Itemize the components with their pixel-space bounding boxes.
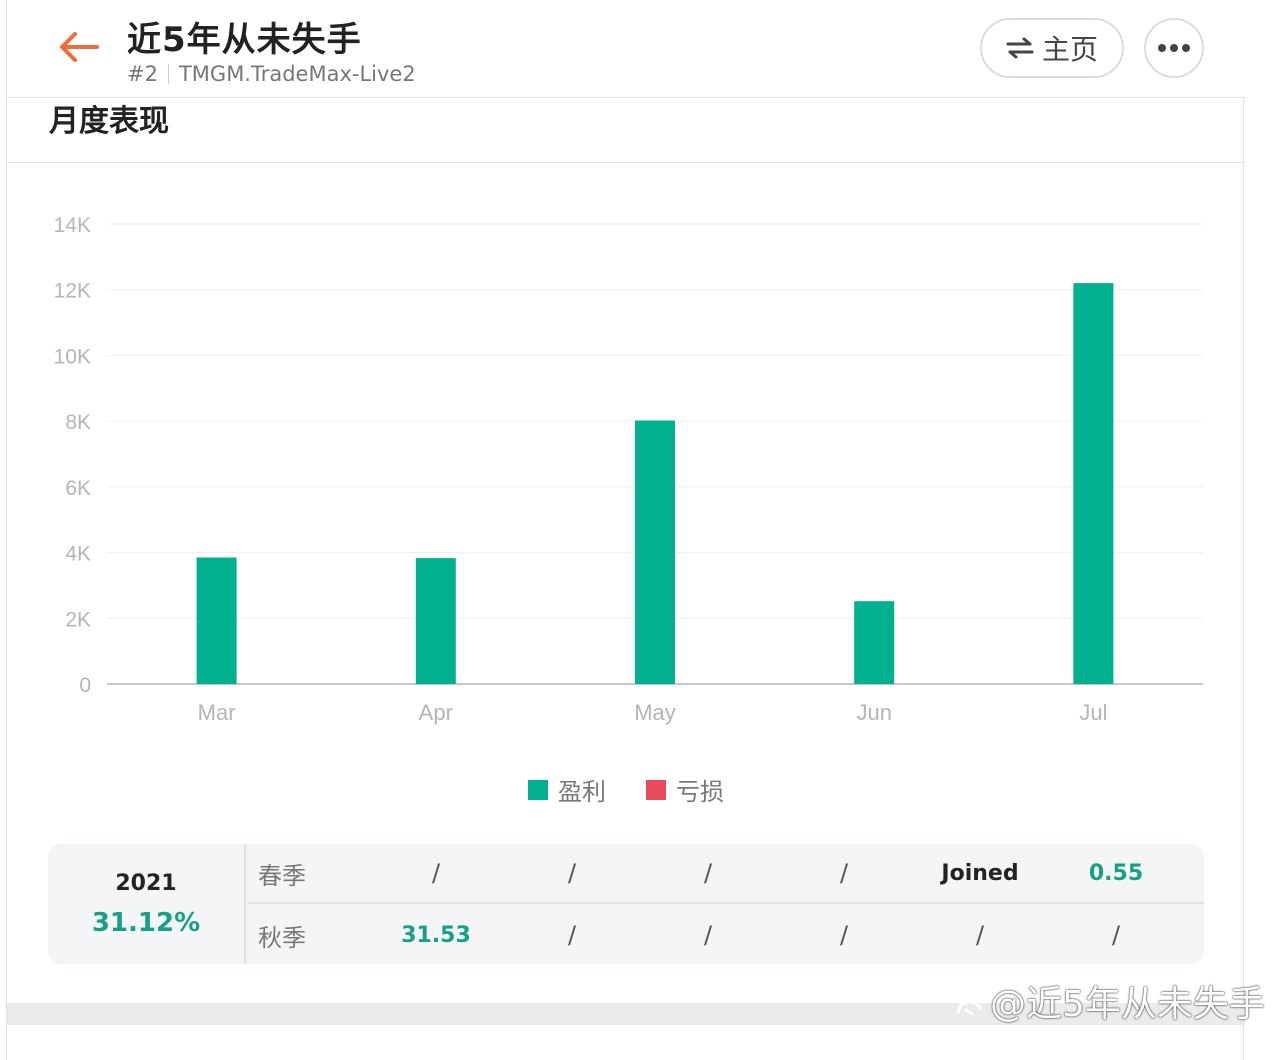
watermark: @近5年从未失手 — [952, 975, 1265, 1027]
arrow-left-icon — [60, 32, 99, 62]
bar-profit — [196, 557, 237, 684]
legend-item-loss[interactable]: 亏损 — [646, 772, 724, 807]
y-tick-label: 14K — [54, 214, 91, 237]
chart-legend: 盈利 亏损 — [7, 772, 1245, 807]
back-button[interactable] — [57, 28, 101, 66]
bar-profit — [1073, 283, 1114, 684]
table-cell: / — [431, 859, 441, 887]
row-label: 春季 — [258, 861, 306, 890]
x-tick-label: Mar — [198, 700, 236, 725]
table-cell: / — [839, 859, 849, 887]
zhihu-logo-icon — [956, 988, 982, 1016]
account-name: TMGM.TradeMax-Live2 — [178, 62, 416, 86]
monthly-performance-chart: 0 2K 4K 6K 8K 10K 12K 14K Mar Apr May Jun Jul — [54, 214, 1203, 725]
account-info: #2 TMGM.TradeMax-Live2 — [127, 62, 416, 86]
y-tick-label: 6K — [65, 477, 91, 500]
table-cell: / — [703, 859, 713, 887]
legend-label-loss: 亏损 — [676, 778, 724, 806]
y-tick-label: 2K — [65, 608, 91, 631]
year-label: 2021 — [115, 870, 177, 896]
x-tick-label: Jun — [856, 700, 891, 725]
x-tick-label: May — [634, 700, 676, 725]
y-tick-label: 12K — [54, 280, 91, 303]
home-button-label: 主页 — [1041, 33, 1098, 66]
page-title: 近5年从未失手 — [127, 20, 362, 60]
x-tick-label: Apr — [419, 700, 453, 725]
legend-item-profit[interactable]: 盈利 — [528, 772, 606, 807]
table-cell: / — [703, 921, 713, 949]
bar-profit — [415, 558, 456, 684]
year-cell: 2021 31.12% — [48, 844, 246, 964]
table-cell: / — [567, 921, 577, 949]
table-cell: / — [1111, 921, 1121, 949]
bar-profit — [854, 601, 895, 684]
header: 近5年从未失手 #2 TMGM.TradeMax-Live2 主页 — [7, 0, 1245, 98]
legend-swatch-loss — [646, 779, 666, 800]
x-tick-label: Jul — [1079, 700, 1107, 725]
year-return: 31.12% — [91, 907, 201, 938]
y-tick-label: 0 — [79, 674, 91, 697]
legend-label-profit: 盈利 — [558, 778, 606, 806]
table-cell: 0.55 — [1088, 860, 1144, 886]
table-row: 秋季 31.53 / / / / / — [248, 905, 1204, 964]
table-cell: / — [567, 859, 577, 887]
table-cell: / — [975, 921, 985, 949]
table-cell: / — [839, 921, 849, 949]
y-tick-label: 4K — [65, 543, 91, 566]
divider — [167, 64, 169, 84]
swap-icon — [1006, 37, 1034, 59]
more-button[interactable] — [1144, 18, 1204, 78]
home-button[interactable]: 主页 — [980, 18, 1124, 78]
app-frame: 近5年从未失手 #2 TMGM.TradeMax-Live2 主页 月度表现 0… — [6, 0, 1245, 1060]
table-cell: 31.53 — [401, 922, 471, 948]
rank-label: #2 — [127, 62, 158, 86]
bar-profit — [635, 420, 675, 684]
y-tick-label: 10K — [54, 345, 91, 368]
watermark-text: @近5年从未失手 — [990, 984, 1265, 1025]
more-dots-icon — [1158, 44, 1190, 52]
table-cell: Joined — [941, 860, 1019, 886]
y-tick-label: 8K — [65, 411, 91, 434]
section-divider — [7, 162, 1245, 163]
legend-swatch-profit — [528, 779, 548, 800]
yearly-stats-table: 2021 31.12% 春季 / / / / Joined 0.55 秋季 31… — [48, 844, 1204, 964]
row-label: 秋季 — [258, 923, 306, 952]
table-row: 春季 / / / / Joined 0.55 — [248, 844, 1204, 904]
section-title: 月度表现 — [49, 104, 169, 139]
